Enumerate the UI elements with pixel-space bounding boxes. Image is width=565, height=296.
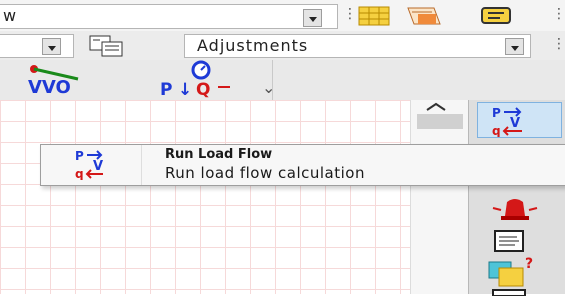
svg-text:P: P xyxy=(160,80,172,98)
svg-text:P: P xyxy=(75,149,84,163)
pq-icon[interactable]: P ↓ Q xyxy=(158,60,248,98)
table-icon[interactable] xyxy=(356,5,392,27)
left-combo[interactable] xyxy=(0,34,74,58)
svg-text:↓: ↓ xyxy=(178,80,192,98)
svg-text:V: V xyxy=(93,159,103,174)
diagram-canvas[interactable] xyxy=(0,100,468,294)
top-combo-value: w xyxy=(3,6,18,25)
toolbar-divider xyxy=(272,60,273,100)
toolbar-row-3: VVO P ↓ Q ⌄ xyxy=(0,60,565,100)
adjustments-combo[interactable]: Adjustments xyxy=(184,34,531,58)
toolbar-grip-end[interactable]: ⋮ xyxy=(552,6,565,22)
right-toolbox: P V q ? xyxy=(468,100,565,296)
scroll-up-arrow-icon[interactable] xyxy=(421,102,451,112)
toolbar-grip-row3[interactable]: ⌄ xyxy=(262,78,275,97)
svg-text:?: ? xyxy=(525,256,533,272)
adjustments-dropdown-button[interactable] xyxy=(505,38,524,55)
svg-text:q: q xyxy=(492,124,501,137)
load-flow-tool-button[interactable]: P V q xyxy=(477,102,562,138)
svg-text:q: q xyxy=(75,167,84,180)
run-load-flow-icon: P V q xyxy=(75,149,103,180)
vvo-icon[interactable]: VVO xyxy=(22,62,84,96)
toolbar-grip[interactable]: ⋮ xyxy=(343,6,357,22)
svg-text:P: P xyxy=(492,106,501,120)
top-combo[interactable]: w xyxy=(0,4,338,29)
menu-icon-separator xyxy=(141,145,142,185)
toolbar-row-1: w ⋮ ⋮ xyxy=(0,0,565,31)
toolbar-grip-row2[interactable]: ⋮ xyxy=(552,36,565,52)
alarm-bell-icon[interactable] xyxy=(487,196,541,226)
vertical-scrollbar[interactable] xyxy=(410,100,469,294)
svg-text:Q: Q xyxy=(196,80,210,98)
report-icon[interactable] xyxy=(404,4,444,28)
document-icon[interactable] xyxy=(489,228,529,254)
svg-text:VVO: VVO xyxy=(28,77,71,96)
data-grid-icon[interactable] xyxy=(88,33,124,59)
svg-text:V: V xyxy=(510,116,520,131)
top-combo-dropdown-button[interactable] xyxy=(303,9,322,27)
adjustments-combo-value: Adjustments xyxy=(197,36,309,55)
scroll-thumb[interactable] xyxy=(417,114,463,129)
menu-item-title[interactable]: Run Load Flow xyxy=(165,147,272,162)
menu-item-description: Run load flow calculation xyxy=(165,164,365,182)
more-tools-icon[interactable] xyxy=(491,288,531,296)
load-flow-icon: P V q xyxy=(492,106,522,137)
help-docs-icon[interactable]: ? xyxy=(485,254,541,288)
toolbar-row-2: Adjustments ⋮ xyxy=(0,31,565,60)
message-icon[interactable] xyxy=(478,5,514,27)
left-combo-dropdown-button[interactable] xyxy=(42,38,61,55)
load-flow-menu-popup: P V q Run Load Flow Run load flow calcul… xyxy=(40,144,565,186)
